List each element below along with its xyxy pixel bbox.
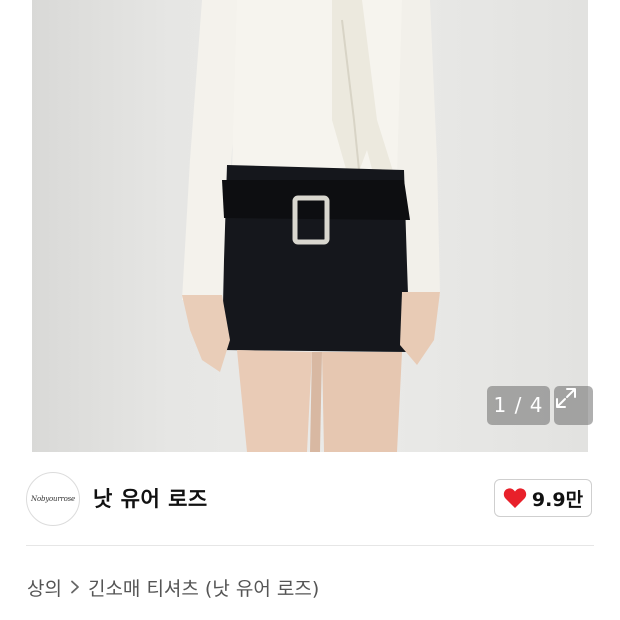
brand-logo[interactable]: Nobyourrose [26, 472, 80, 526]
expand-button[interactable] [554, 386, 593, 425]
brand-row: Nobyourrose 낫 유어 로즈 9.9만 [0, 452, 620, 546]
breadcrumb: 상의 긴소매 티셔츠 (낫 유어 로즈) [27, 572, 319, 602]
image-counter: 1 / 4 [487, 386, 550, 425]
heart-icon [503, 488, 527, 508]
breadcrumb-category[interactable]: 상의 [27, 574, 62, 601]
breadcrumb-product-title: 긴소매 티셔츠 (낫 유어 로즈) [87, 577, 320, 600]
product-image-gallery[interactable]: 1 / 4 [0, 0, 620, 452]
brand-name[interactable]: 낫 유어 로즈 [93, 483, 208, 513]
model-illustration [182, 0, 440, 452]
brand-logo-text: Nobyourrose [31, 495, 75, 503]
like-count: 9.9만 [531, 488, 584, 511]
divider [26, 545, 594, 546]
product-photo[interactable] [32, 0, 588, 452]
expand-arrows-icon [556, 388, 576, 408]
chevron-right-icon [70, 580, 80, 594]
like-button[interactable]: 9.9만 [494, 479, 592, 517]
